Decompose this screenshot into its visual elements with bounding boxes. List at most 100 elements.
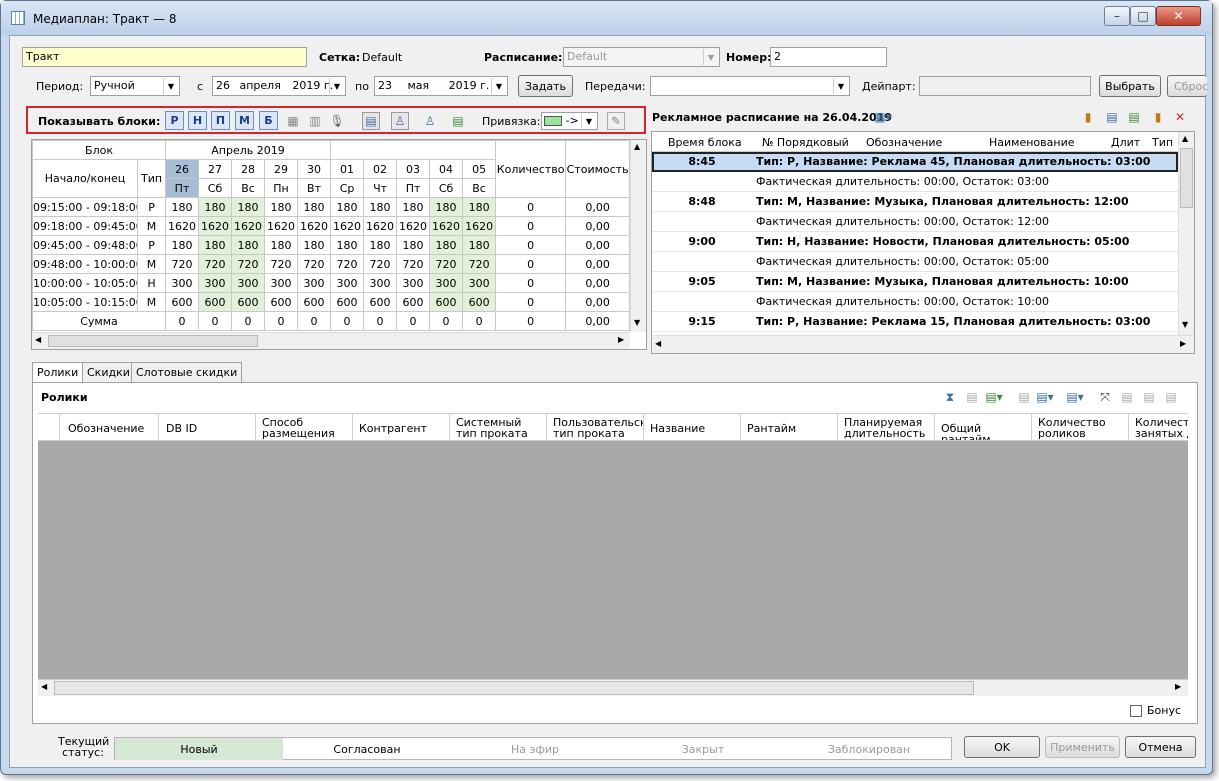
grid-cell[interactable]: 180 [165, 197, 200, 217]
schedule-vscrollbar[interactable]: ▲ ▼ [1178, 132, 1194, 335]
scroll-left-icon[interactable]: ◀ [655, 339, 661, 348]
bonus-checkbox[interactable] [1130, 705, 1142, 717]
microphone-icon[interactable]: 🎙 [328, 112, 346, 130]
person-filter-icon[interactable]: ♙ [391, 112, 409, 130]
binding-select[interactable]: -> ▼ [541, 112, 598, 130]
clip-split-icon[interactable]: ⤧ [1096, 388, 1114, 406]
clip-add-icon[interactable]: ▤▾ [985, 388, 1003, 406]
block-type-n-button[interactable]: Н [188, 111, 207, 130]
grid-cell[interactable]: 300 [429, 273, 464, 293]
grid-cell[interactable]: 300 [330, 273, 365, 293]
grid-cell[interactable]: 180 [330, 197, 365, 217]
list-delete-icon[interactable]: ✕ [1171, 108, 1189, 126]
grid-cell[interactable]: 720 [429, 254, 464, 274]
grid-row[interactable]: 09:15:00 - 09:18:00 Р 180 180 180 180 180 180 18… [32, 197, 631, 217]
schedule-row[interactable]: 8:48 Тип: М, Название: Музыка, Плановая д… [652, 192, 1178, 212]
grid-cell[interactable]: 180 [264, 235, 299, 255]
grid-cell[interactable]: 1620 [231, 216, 266, 236]
grid-cell[interactable]: 720 [330, 254, 365, 274]
calculator-icon[interactable]: ▤ [449, 112, 467, 130]
grid-cell[interactable]: 1620 [429, 216, 464, 236]
scroll-left-icon[interactable]: ◀ [41, 682, 47, 691]
grid-cell[interactable]: 180 [396, 197, 431, 217]
col-clip-user-type[interactable]: Пользовательский тип проката [547, 414, 644, 440]
clip-move-icon[interactable]: ▤ [1015, 388, 1033, 406]
clip-replace-icon[interactable]: ▤▾ [1066, 388, 1084, 406]
grid-cell[interactable]: 180 [363, 197, 398, 217]
reset-button[interactable]: Сброс [1167, 75, 1208, 97]
close-button[interactable]: ✕ [1156, 6, 1201, 26]
apply-button[interactable]: Применить [1045, 736, 1120, 758]
day-header[interactable]: 05 [462, 159, 497, 179]
col-clip-placement[interactable]: Способ размещения [256, 414, 353, 440]
clip-filter-icon[interactable]: ⧗ [941, 388, 959, 406]
grid-small-icon[interactable]: ▦ [284, 112, 302, 130]
schedule-hscrollbar[interactable]: ◀ ▶ [652, 335, 1194, 353]
grid-row[interactable]: 09:18:00 - 09:45:00 М 1620 1620 1620 1620 1620… [32, 216, 631, 236]
ok-button[interactable]: OK [964, 736, 1040, 758]
col-clip-days[interactable]: Количество занятых дней [1129, 414, 1188, 440]
grid-cell[interactable]: 720 [297, 254, 332, 274]
cancel-button[interactable]: Отмена [1125, 736, 1196, 758]
schedule-row[interactable]: 8:45 Тип: Р, Название: Реклама 45, Планов… [652, 152, 1178, 172]
grid-cell[interactable]: 300 [165, 273, 200, 293]
block-type-r-button[interactable]: Р [165, 111, 184, 130]
grid-cell[interactable]: 180 [396, 235, 431, 255]
scroll-right-icon[interactable]: ▶ [1180, 339, 1186, 348]
col-clip-system-type[interactable]: Системный тип проката [450, 414, 547, 440]
grid-cell[interactable]: 600 [330, 292, 365, 312]
grid-cell[interactable]: 180 [264, 197, 299, 217]
grid-cell[interactable]: 720 [165, 254, 200, 274]
grid-hscrollbar[interactable]: ◀ ▶ [32, 332, 630, 349]
day-header[interactable]: 03 [396, 159, 431, 179]
grid-cell[interactable]: 720 [264, 254, 299, 274]
maximize-button[interactable]: □ [1130, 6, 1156, 26]
grid-cell[interactable]: 300 [363, 273, 398, 293]
grid-cell[interactable]: 1620 [363, 216, 398, 236]
grid-cell[interactable]: 720 [396, 254, 431, 274]
col-clip-code[interactable]: Обозначение [60, 414, 159, 440]
grid-cell[interactable]: 180 [231, 235, 266, 255]
schedule-select[interactable]: Default ▼ [563, 47, 720, 67]
grid-cell[interactable]: 600 [165, 292, 200, 312]
day-header[interactable]: 01 [330, 159, 365, 179]
grid-cell[interactable]: 1620 [396, 216, 431, 236]
day-header[interactable]: 28 [231, 159, 266, 179]
col-clip-counterparty[interactable]: Контрагент [353, 414, 450, 440]
grid-cell[interactable]: 600 [396, 292, 431, 312]
plan-name-input[interactable]: Тракт [22, 47, 307, 67]
calendar-dropdown-icon[interactable]: ▦▾ [874, 108, 892, 126]
period-select[interactable]: Ручной ▼ [90, 76, 180, 96]
daypart-input[interactable] [919, 76, 1091, 96]
scroll-down-icon[interactable]: ▼ [1182, 320, 1188, 329]
grid-cell[interactable]: 600 [198, 292, 233, 312]
grid-row[interactable]: 09:48:00 - 10:00:00 М 720 720 720 720 720 720 72… [32, 254, 631, 274]
grid-cell[interactable]: 600 [462, 292, 497, 312]
day-header[interactable]: 04 [429, 159, 464, 179]
grid-cell[interactable]: 600 [363, 292, 398, 312]
grid-cell[interactable]: 1620 [330, 216, 365, 236]
grid-cell[interactable]: 600 [264, 292, 299, 312]
tab-clips[interactable]: Ролики [32, 362, 84, 383]
move-left-icon[interactable]: ▮ [1079, 108, 1097, 126]
grid-cell[interactable]: 180 [297, 197, 332, 217]
schedule-row[interactable]: 9:05 Тип: М, Название: Музыка, Плановая д… [652, 272, 1178, 292]
day-header[interactable]: 26 [165, 159, 200, 179]
grid-cell[interactable]: 180 [231, 197, 266, 217]
grid-columns-icon[interactable]: ▥ [306, 112, 324, 130]
scroll-thumb[interactable] [54, 681, 974, 695]
to-date-picker[interactable]: 23 мая 2019 г. ▼ [374, 76, 508, 96]
grid-cell[interactable]: 720 [462, 254, 497, 274]
grid-cell[interactable]: 1620 [165, 216, 200, 236]
scroll-left-icon[interactable]: ◀ [35, 335, 41, 344]
grid-cell[interactable]: 180 [363, 235, 398, 255]
grid-cell[interactable]: 600 [231, 292, 266, 312]
grid-cell[interactable]: 1620 [264, 216, 299, 236]
grid-cell[interactable]: 300 [462, 273, 497, 293]
col-clip-total-runtime[interactable]: Общий рантайм [935, 414, 1032, 440]
scroll-up-icon[interactable]: ▲ [634, 142, 640, 151]
col-clip-dbid[interactable]: DB ID [159, 414, 256, 440]
select-button[interactable]: Выбрать [1099, 75, 1161, 97]
from-date-picker[interactable]: 26 апреля 2019 г. ▼ [212, 76, 346, 96]
col-clip-planned-duration[interactable]: Планируемая длительность [838, 414, 935, 440]
